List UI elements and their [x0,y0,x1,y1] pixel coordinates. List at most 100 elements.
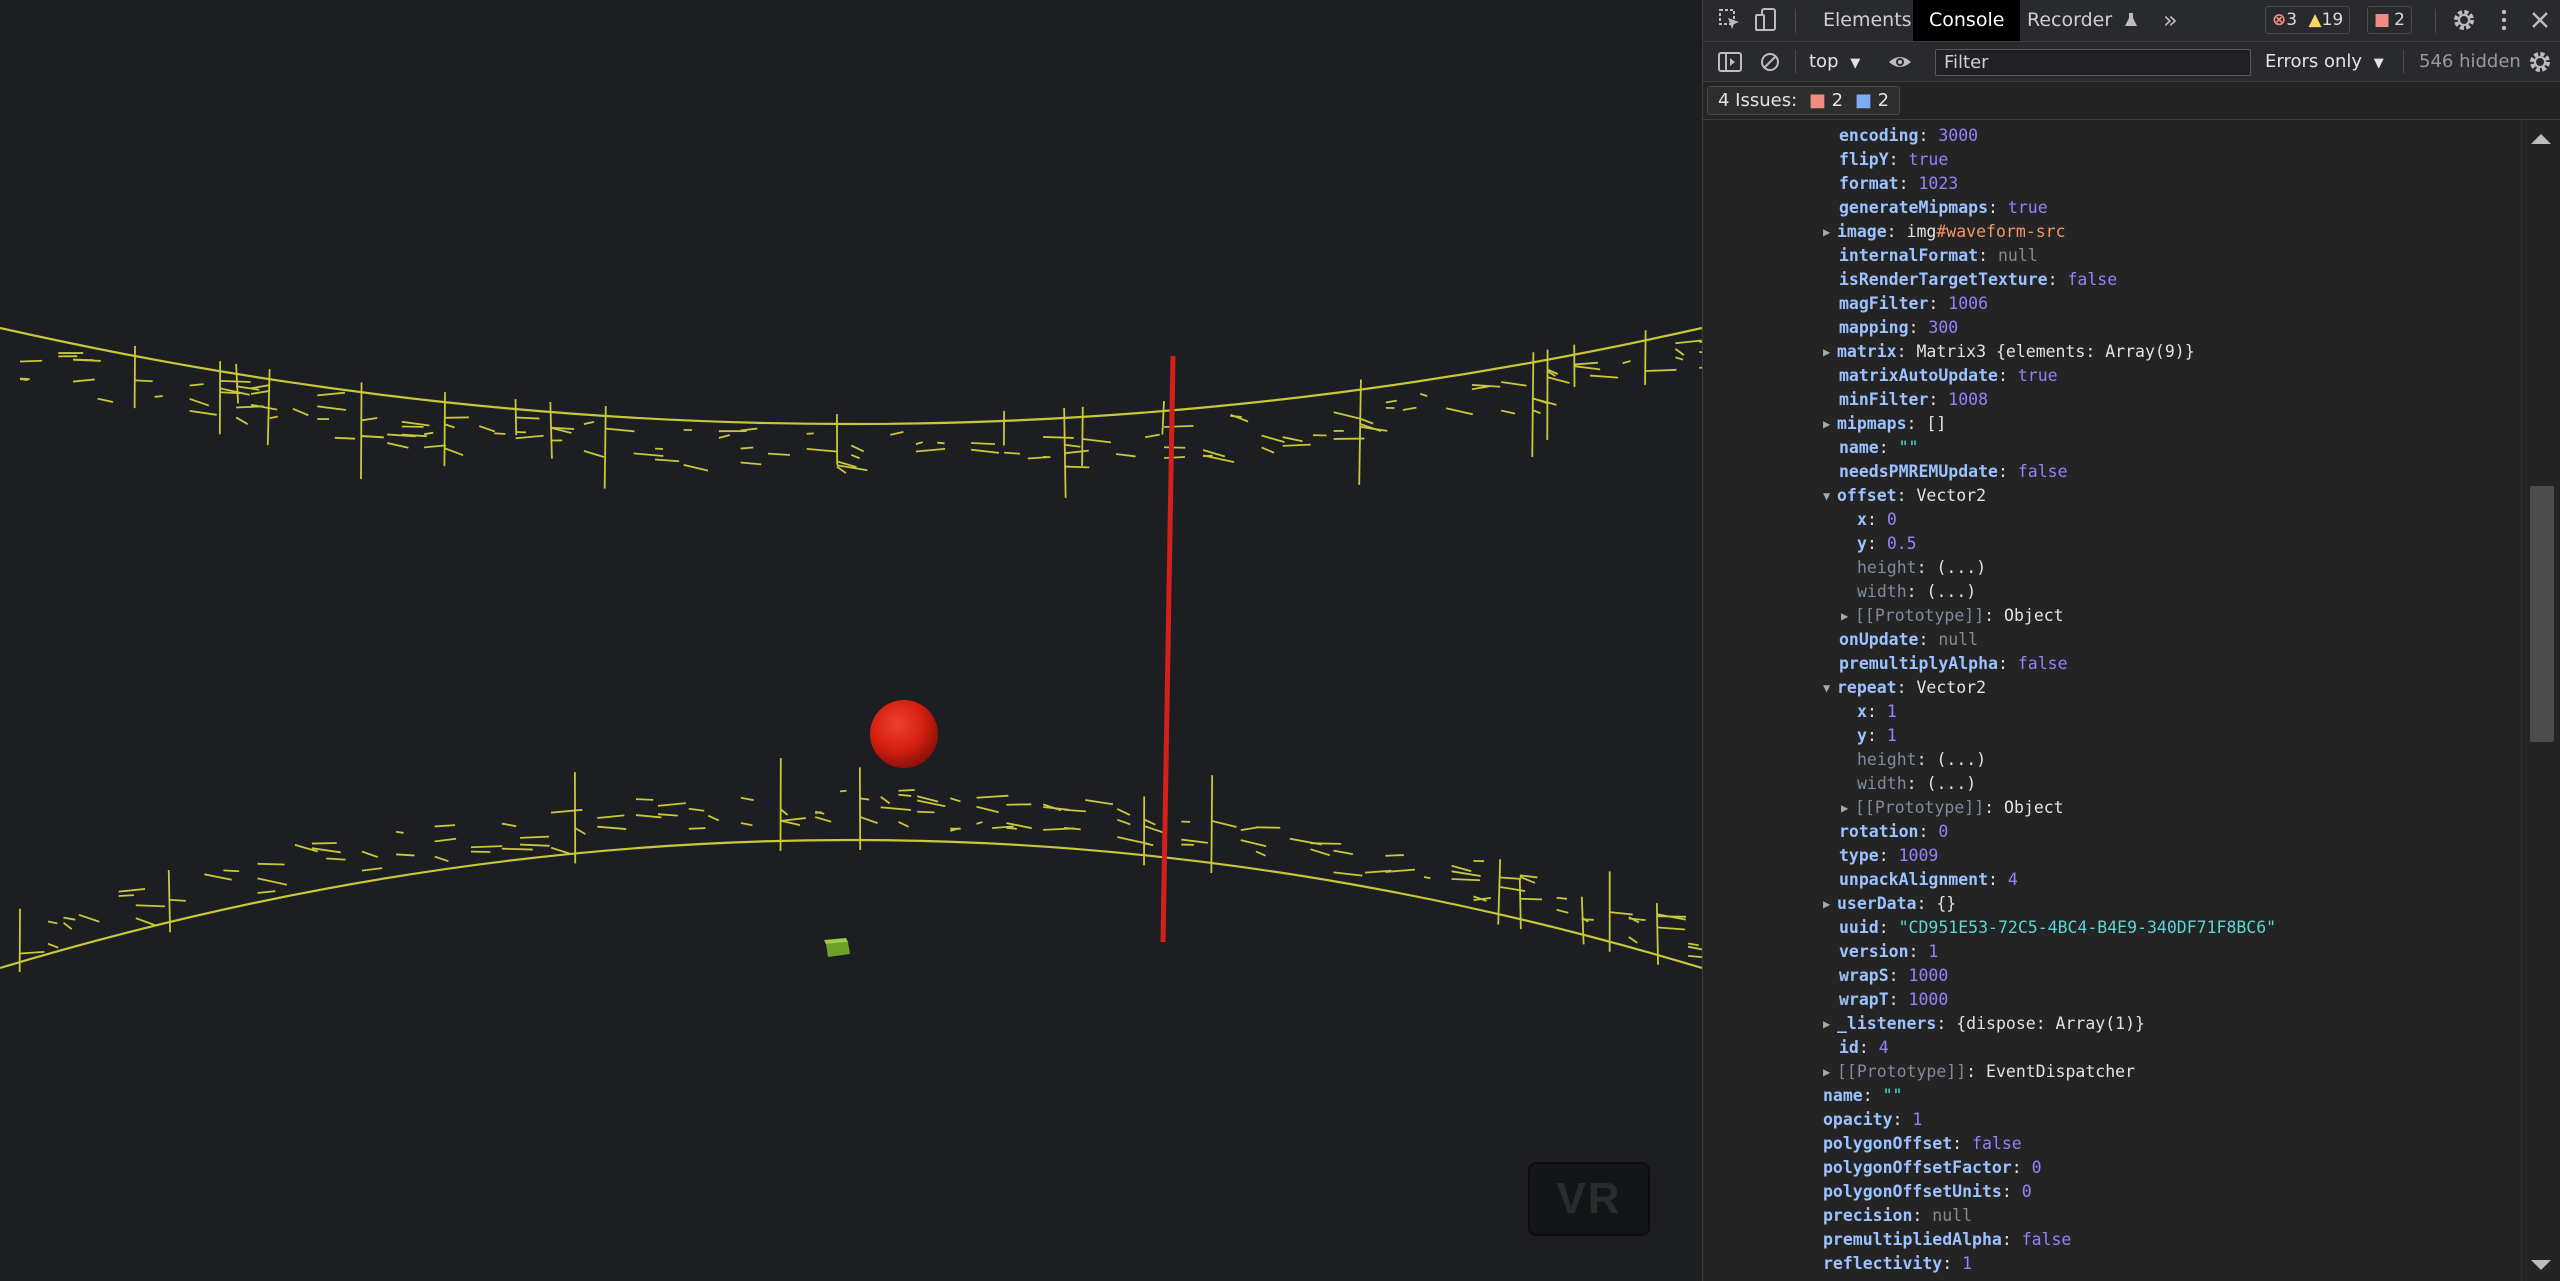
expand-triangle-right-icon[interactable]: ▶ [1823,892,1837,916]
property-key: needsPMREMUpdate [1839,462,1998,481]
property-key: width [1857,582,1907,601]
live-expression-eye-icon[interactable] [1887,49,1913,75]
property-value: "CD951E53-72C5-4BC4-B4E9-340DF71F8BC6" [1898,918,2277,937]
issues-button[interactable]: 4 Issues: ■ 2 ■ 2 [1707,86,1901,115]
expand-triangle-down-icon[interactable]: ▼ [1823,676,1837,700]
more-options-icon[interactable] [2491,7,2517,33]
context-selector[interactable]: top ▼ [1809,42,1860,82]
issues-red-count: 2 [1831,90,1844,111]
console-property-row: wrapS: 1000 [1839,964,1948,988]
colon: : [1896,486,1917,505]
log-levels-dropdown[interactable]: Errors only ▼ [2265,42,2384,82]
selector-id: #waveform-src [1936,222,2066,241]
property-key: flipY [1839,150,1889,169]
scroll-down-arrow-icon[interactable] [2531,1260,2551,1270]
property-value: 1008 [1948,390,1989,409]
red-pole [1160,355,1176,943]
property-value: null [1932,1206,1973,1225]
console-property-row: wrapT: 1000 [1839,988,1948,1012]
webgl-viewport[interactable]: VR [0,0,1702,1281]
issues-counter[interactable]: ■ 2 [2367,6,2412,34]
vr-button[interactable]: VR [1528,1162,1650,1236]
property-value: EventDispatcher [1986,1062,2136,1081]
property-key: width [1857,774,1907,793]
console-property-row[interactable]: ▼ offset: Vector2 [1823,484,1986,508]
error-count: 3 [2286,10,2298,30]
expand-triangle-right-icon[interactable]: ▶ [1841,796,1855,820]
error-warning-counter[interactable]: ⊗3 ▲19 [2265,6,2351,34]
property-key: x [1857,510,1867,529]
colon: : [1866,726,1887,745]
console-property-row: encoding: 3000 [1839,124,1978,148]
console-property-row[interactable]: ▶ mipmaps: [] [1823,412,1946,436]
property-key: wrapS [1839,966,1889,985]
scroll-up-arrow-icon[interactable] [2531,134,2551,144]
console-property-row: magFilter: 1006 [1839,292,1988,316]
property-key: y [1857,726,1867,745]
console-property-row[interactable]: ▶ [[Prototype]]: EventDispatcher [1823,1060,2136,1084]
colon: : [1888,990,1909,1009]
inspect-element-icon[interactable] [1717,7,1743,33]
console-property-row[interactable]: ▶ matrix: Matrix3 {elements: Array(9)} [1823,340,2195,364]
more-tabs-button[interactable]: » [2163,0,2178,41]
console-property-row: needsPMREMUpdate: false [1839,460,2068,484]
console-property-row[interactable]: ▶ _listeners: {dispose: Array(1)} [1823,1012,2145,1036]
property-key: rotation [1839,822,1919,841]
console-object-tree[interactable]: encoding: 3000 flipY: true format: 1023 gen… [1703,120,2521,1281]
property-value: "" [1882,1086,1903,1105]
console-property-row: height: (...) [1857,556,1986,580]
console-property-row: uuid: "CD951E53-72C5-4BC4-B4E9-340DF71F8… [1839,916,2276,940]
expand-triangle-right-icon[interactable]: ▶ [1841,604,1855,628]
console-property-row[interactable]: ▶ image: img#waveform-src [1823,220,2066,244]
device-toolbar-icon[interactable] [1753,7,1779,33]
colon: : [1952,1134,1973,1153]
console-property-row: height: (...) [1857,748,1986,772]
colon: : [1896,342,1917,361]
console-property-row[interactable]: ▼ repeat: Vector2 [1823,676,1986,700]
colon: : [1916,894,1937,913]
expand-triangle-right-icon[interactable]: ▶ [1823,220,1837,244]
colon: : [1984,798,2005,817]
property-value: 1000 [1908,966,1949,985]
property-key: generateMipmaps [1839,198,1989,217]
lower-waveform-curve [0,758,1702,973]
property-value: "" [1898,438,1919,457]
colon: : [1916,558,1937,577]
console-property-row[interactable]: ▶ [[Prototype]]: Object [1841,796,2064,820]
property-value: 0 [2031,1158,2042,1177]
colon: : [1966,1062,1987,1081]
tab-elements[interactable]: Elements [1823,0,1912,41]
issue-info-icon: ■ [1854,90,1872,111]
scene-canvas[interactable] [0,0,1702,1281]
property-key: x [1857,702,1867,721]
separator [1795,9,1796,33]
property-key: wrapT [1839,990,1889,1009]
filter-input[interactable] [1935,49,2251,76]
property-key: mapping [1839,318,1909,337]
property-value: {} [1936,894,1957,913]
console-property-row: polygonOffsetUnits: 0 [1823,1180,2032,1204]
scrollbar-thumb[interactable] [2530,486,2554,742]
console-property-row[interactable]: ▶ [[Prototype]]: Object [1841,604,2064,628]
colon: : [1866,510,1887,529]
close-icon[interactable] [2527,7,2553,33]
console-settings-gear-icon[interactable] [2527,49,2553,75]
tab-console[interactable]: Console [1913,0,2021,41]
console-property-row: precision: null [1823,1204,1972,1228]
property-value: 4 [2007,870,2018,889]
expand-triangle-right-icon[interactable]: ▶ [1823,340,1837,364]
settings-gear-icon[interactable] [2451,7,2477,33]
colon: : [1906,414,1927,433]
expand-triangle-right-icon[interactable]: ▶ [1823,1060,1837,1084]
property-key: precision [1823,1206,1913,1225]
sidebar-toggle-icon[interactable] [1717,49,1743,75]
expand-triangle-right-icon[interactable]: ▶ [1823,1012,1837,1036]
console-property-row[interactable]: ▶ userData: {} [1823,892,1957,916]
property-value: false [2021,1230,2072,1249]
clear-console-icon[interactable] [1757,49,1783,75]
tab-recorder[interactable]: Recorder [2027,0,2138,41]
console-scrollbar[interactable] [2521,120,2560,1281]
console-property-row: y: 1 [1857,724,1897,748]
expand-triangle-down-icon[interactable]: ▼ [1823,484,1837,508]
expand-triangle-right-icon[interactable]: ▶ [1823,412,1837,436]
